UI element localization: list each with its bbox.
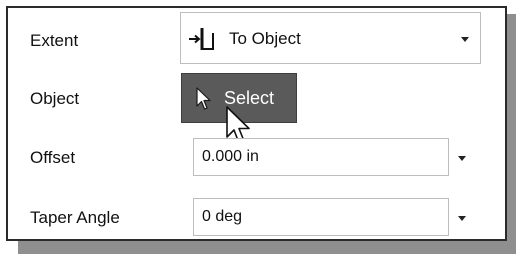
- extent-dropdown[interactable]: To Object: [180, 12, 481, 64]
- offset-value: 0.000 in: [202, 148, 259, 165]
- taper-angle-label: Taper Angle: [30, 208, 120, 227]
- taper-chevron-down-icon[interactable]: [458, 216, 466, 221]
- offset-label: Offset: [30, 148, 76, 167]
- extent-value: To Object: [229, 29, 301, 48]
- object-label: Object: [30, 89, 80, 108]
- offset-input[interactable]: 0.000 in: [193, 138, 449, 176]
- chevron-down-icon: [461, 37, 469, 42]
- taper-angle-input[interactable]: 0 deg: [193, 198, 449, 236]
- to-object-icon: [189, 28, 214, 50]
- extent-label: Extent: [30, 31, 79, 50]
- offset-chevron-down-icon[interactable]: [458, 156, 466, 161]
- taper-angle-value: 0 deg: [202, 208, 243, 225]
- select-arrow-icon: [196, 87, 211, 110]
